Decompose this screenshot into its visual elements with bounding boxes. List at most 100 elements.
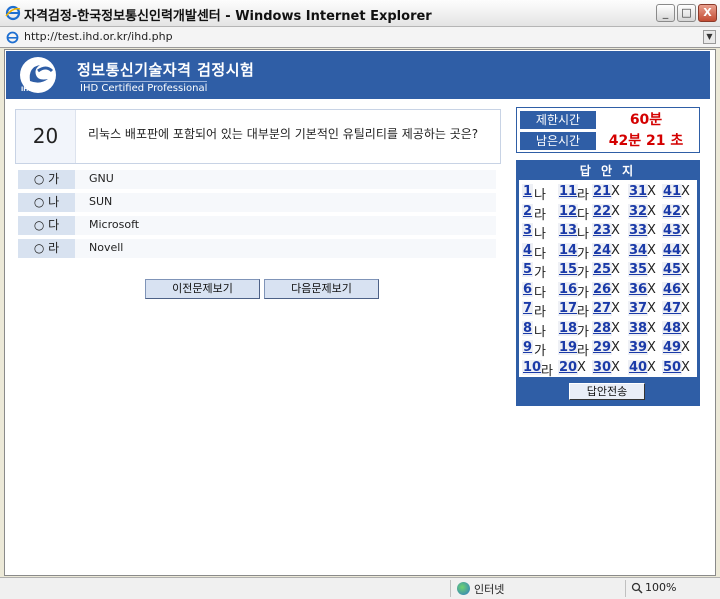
answer-mark: X (647, 340, 656, 355)
answer-question-link[interactable]: 18 (558, 320, 579, 336)
answer-question-link[interactable]: 31 (628, 184, 649, 199)
answer-question-link[interactable]: 26 (592, 281, 613, 297)
close-button[interactable]: X (698, 4, 717, 22)
answer-question-link[interactable]: 50 (662, 359, 683, 375)
answer-question-link[interactable]: 9 (522, 340, 534, 355)
answer-question-link[interactable]: 38 (628, 320, 649, 336)
site-title: 정보통신기술자격 검정시험 (77, 61, 255, 79)
answer-question-link[interactable]: 49 (662, 340, 683, 355)
answer-question-link[interactable]: 23 (592, 223, 613, 238)
answer-question-link[interactable]: 46 (662, 281, 683, 297)
answer-mark: 라 (541, 363, 553, 379)
answer-question-link[interactable]: 15 (558, 262, 579, 277)
answer-question-link[interactable]: 8 (522, 320, 534, 336)
answer-mark: X (611, 340, 620, 355)
answer-question-link[interactable]: 21 (592, 184, 613, 199)
answer-question-link[interactable]: 43 (662, 223, 683, 238)
answer-question-link[interactable]: 39 (628, 340, 649, 355)
window-title-bar[interactable]: 자격검정-한국정보통신인력개발센터 - Windows Internet Exp… (0, 0, 720, 27)
answer-question-link[interactable]: 36 (628, 281, 649, 297)
answer-mark: X (647, 359, 656, 375)
answer-mark: X (611, 262, 620, 277)
answer-mark: 나 (534, 188, 546, 203)
answer-question-link[interactable]: 33 (628, 223, 649, 238)
answer-mark: 가 (534, 266, 546, 281)
answer-question-link[interactable]: 6 (522, 281, 534, 297)
answer-question-link[interactable]: 4 (522, 242, 534, 258)
answer-question-link[interactable]: 41 (662, 184, 683, 199)
answer-question-link[interactable]: 40 (628, 359, 649, 375)
answer-question-link[interactable]: 32 (628, 203, 649, 219)
status-divider (625, 580, 626, 597)
answer-question-link[interactable]: 13 (558, 223, 579, 238)
site-header: IHD-CP 정보통신기술자격 검정시험 IHD Certified Profe… (6, 51, 710, 99)
minimize-button[interactable]: _ (656, 4, 675, 22)
answer-mark: 라 (577, 305, 589, 320)
answer-question-link[interactable]: 30 (592, 359, 613, 375)
answer-question-link[interactable]: 44 (662, 242, 683, 258)
answer-question-link[interactable]: 11 (558, 184, 579, 199)
internet-zone-icon (457, 582, 470, 595)
zoom-icon (631, 582, 643, 594)
answer-question-link[interactable]: 35 (628, 262, 649, 277)
answer-question-link[interactable]: 34 (628, 242, 649, 258)
answer-question-link[interactable]: 14 (558, 242, 579, 258)
answer-question-link[interactable]: 12 (558, 203, 579, 219)
logo-text: IHD-CP (21, 86, 45, 93)
answer-mark: X (577, 359, 586, 375)
answer-mark: X (647, 320, 656, 336)
option-radio-label[interactable]: ○ 라 (18, 239, 75, 258)
answer-question-link[interactable]: 47 (662, 301, 683, 316)
answer-question-link[interactable]: 7 (522, 301, 534, 316)
answer-question-link[interactable]: 45 (662, 262, 683, 277)
answer-question-link[interactable]: 42 (662, 203, 683, 219)
prev-question-button[interactable]: 이전문제보기 (145, 279, 260, 299)
answer-question-link[interactable]: 5 (522, 262, 534, 277)
submit-answers-button[interactable]: 답안전송 (569, 383, 645, 400)
question-box: 20 리눅스 배포판에 포함되어 있는 대부분의 기본적인 유틸리티를 제공하는… (15, 109, 501, 164)
answer-question-link[interactable]: 3 (522, 223, 534, 238)
question-number: 20 (16, 110, 76, 163)
status-divider (450, 580, 451, 597)
answer-question-link[interactable]: 16 (558, 281, 579, 297)
option-ra[interactable]: ○ 라 Novell (18, 239, 496, 258)
answer-question-link[interactable]: 19 (558, 340, 579, 355)
answer-mark: X (681, 359, 690, 375)
answer-mark: X (681, 262, 690, 277)
answer-question-link[interactable]: 20 (558, 359, 579, 375)
option-text: SUN (75, 193, 496, 212)
option-da[interactable]: ○ 다 Microsoft (18, 216, 496, 235)
answer-mark: X (611, 184, 620, 199)
answer-question-link[interactable]: 48 (662, 320, 683, 336)
answer-mark: X (681, 203, 690, 219)
answer-question-link[interactable]: 17 (558, 301, 579, 316)
answer-question-link[interactable]: 22 (592, 203, 613, 219)
url-field[interactable]: http://test.ihd.or.kr/ihd.php (24, 30, 173, 43)
answer-question-link[interactable]: 1 (522, 184, 534, 199)
address-bar[interactable]: http://test.ihd.or.kr/ihd.php ▼ (0, 27, 720, 48)
answer-mark: 라 (577, 188, 589, 203)
next-question-button[interactable]: 다음문제보기 (264, 279, 379, 299)
time-remaining-value: 42분 21 초 (608, 133, 684, 149)
zoom-level[interactable]: 100% (645, 581, 676, 594)
answer-question-link[interactable]: 29 (592, 340, 613, 355)
answer-mark: 라 (577, 344, 589, 359)
option-radio-label[interactable]: ○ 가 (18, 170, 75, 189)
address-dropdown-button[interactable]: ▼ (703, 30, 716, 44)
time-remaining-label: 남은시간 (520, 132, 596, 150)
answer-question-link[interactable]: 2 (522, 203, 534, 219)
answer-question-link[interactable]: 25 (592, 262, 613, 277)
answer-mark: 나 (534, 227, 546, 242)
answer-question-link[interactable]: 24 (592, 242, 613, 258)
option-radio-label[interactable]: ○ 나 (18, 193, 75, 212)
answer-mark: X (647, 184, 656, 199)
answer-sheet: 답 안 지 1 나 11 라 21 X 31 X 41 X 2 라 12 다 22 X 32 X 42 X 3 나 13 나 2… (516, 160, 700, 406)
option-na[interactable]: ○ 나 SUN (18, 193, 496, 212)
answer-question-link[interactable]: 27 (592, 301, 613, 316)
answer-question-link[interactable]: 10 (522, 359, 543, 375)
answer-question-link[interactable]: 37 (628, 301, 649, 316)
option-radio-label[interactable]: ○ 다 (18, 216, 75, 235)
maximize-button[interactable]: □ (677, 4, 696, 22)
answer-question-link[interactable]: 28 (592, 320, 613, 336)
option-ga[interactable]: ○ 가 GNU (18, 170, 496, 189)
